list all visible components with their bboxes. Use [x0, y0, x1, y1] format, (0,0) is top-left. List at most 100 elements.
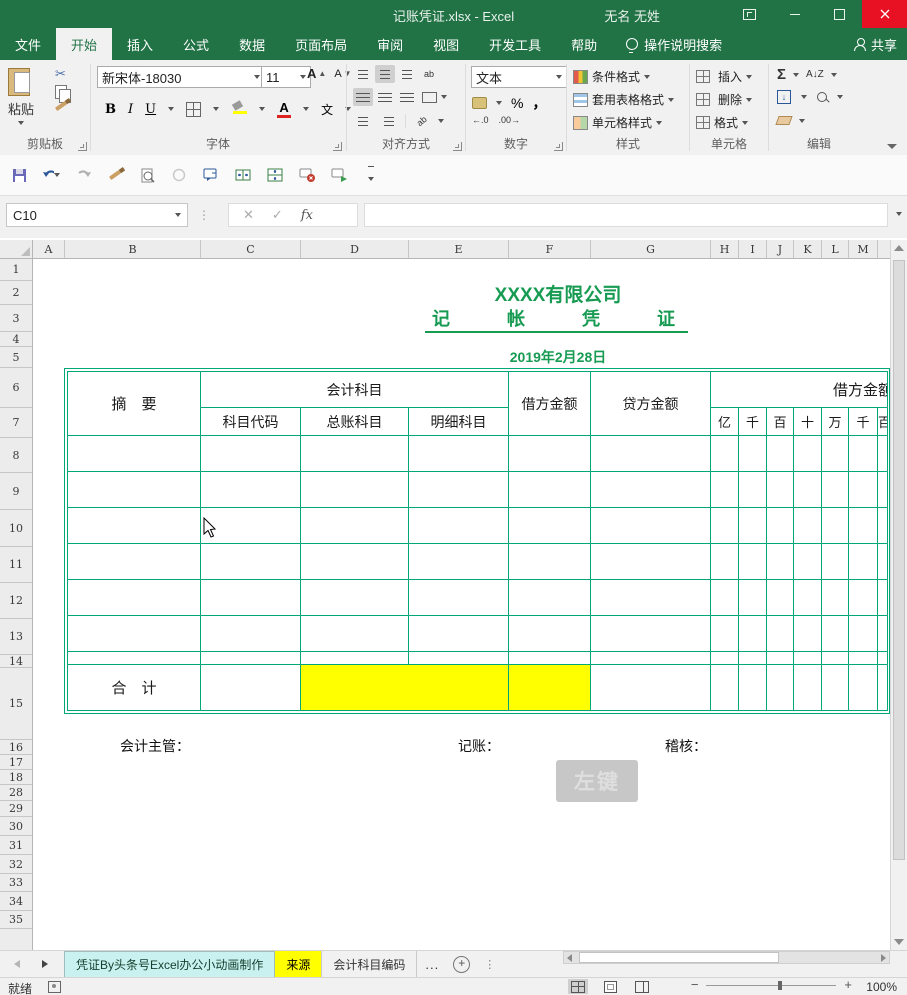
- close-button[interactable]: [862, 0, 907, 28]
- row-header[interactable]: 16: [0, 740, 32, 755]
- row-header[interactable]: 7: [0, 408, 32, 438]
- scroll-down-icon[interactable]: [894, 939, 904, 945]
- conditional-formatting-button[interactable]: 条件格式: [573, 68, 674, 85]
- chevron-down-icon[interactable]: [799, 119, 805, 123]
- ribbon-tab[interactable]: 数据: [224, 28, 280, 60]
- ribbon-display-options-button[interactable]: [727, 0, 772, 28]
- total-highlight-cell[interactable]: [301, 665, 509, 711]
- next-sheet-icon[interactable]: [42, 960, 48, 968]
- paste-button[interactable]: 粘贴: [8, 66, 34, 125]
- header-debit[interactable]: 借方金额: [509, 372, 591, 436]
- row-header[interactable]: 14: [0, 655, 32, 668]
- new-sheet-button[interactable]: +: [453, 951, 470, 977]
- sheet-tab[interactable]: 来源: [275, 951, 322, 977]
- insert-comment-icon[interactable]: [202, 166, 220, 184]
- row-header[interactable]: 30: [0, 817, 32, 836]
- zoom-slider[interactable]: [706, 985, 836, 986]
- chevron-down-icon[interactable]: [831, 73, 837, 77]
- total-highlight-cell[interactable]: [509, 665, 591, 711]
- digit-column-header[interactable]: 亿: [711, 408, 739, 436]
- dialog-launcher-icon[interactable]: [554, 142, 563, 151]
- row-header[interactable]: 35: [0, 911, 32, 929]
- font-size-combo[interactable]: 11: [261, 66, 311, 88]
- chevron-down-icon[interactable]: [438, 119, 444, 123]
- chevron-down-icon[interactable]: [303, 107, 309, 111]
- expand-formula-bar-icon[interactable]: [896, 212, 902, 216]
- column-header[interactable]: A: [33, 240, 65, 258]
- digit-column-header[interactable]: 千: [739, 408, 767, 436]
- delete-comment-icon[interactable]: [298, 166, 316, 184]
- borders-icon[interactable]: [186, 102, 201, 117]
- column-header[interactable]: J: [767, 240, 794, 258]
- sheet-tab[interactable]: 凭证By头条号Excel办公小动画制作: [64, 951, 275, 977]
- row-header[interactable]: 4: [0, 332, 32, 347]
- autosum-button[interactable]: Σ: [777, 66, 786, 83]
- vertical-scrollbar[interactable]: [890, 240, 907, 950]
- grow-font-button[interactable]: A▲: [307, 66, 326, 81]
- column-header[interactable]: B: [65, 240, 201, 258]
- zoom-in-icon[interactable]: +: [844, 980, 852, 990]
- ribbon-tab[interactable]: 公式: [168, 28, 224, 60]
- row-header[interactable]: 29: [0, 801, 32, 817]
- sheet-tab[interactable]: 会计科目编码: [322, 951, 417, 977]
- row-header[interactable]: 12: [0, 583, 32, 619]
- total-label[interactable]: 合 计: [68, 665, 201, 711]
- column-header[interactable]: I: [739, 240, 767, 258]
- collapse-ribbon-icon[interactable]: [887, 144, 897, 149]
- digit-column-header[interactable]: 千: [849, 408, 878, 436]
- select-all-corner[interactable]: [0, 240, 33, 259]
- header-account-code[interactable]: 科目代码: [201, 408, 301, 436]
- cut-icon[interactable]: ✂: [55, 68, 67, 80]
- wrap-text-button[interactable]: ab: [419, 65, 439, 83]
- cancel-entry-icon[interactable]: ✕: [243, 207, 254, 223]
- chevron-down-icon[interactable]: [168, 107, 174, 111]
- font-name-combo[interactable]: 新宋体-18030: [97, 66, 265, 88]
- row-header[interactable]: 13: [0, 619, 32, 655]
- vertical-scroll-thumb[interactable]: [893, 260, 905, 860]
- increase-decimal-icon[interactable]: ←.0: [472, 116, 489, 125]
- digit-column-header[interactable]: 十: [794, 408, 822, 436]
- horizontal-scrollbar[interactable]: [563, 951, 890, 964]
- confirm-entry-icon[interactable]: ✓: [272, 207, 283, 223]
- increase-indent-button[interactable]: [379, 112, 399, 130]
- digit-column-header[interactable]: 百: [767, 408, 794, 436]
- cell-styles-button[interactable]: 单元格样式: [573, 114, 674, 131]
- chevron-down-icon[interactable]: [213, 107, 219, 111]
- ribbon-tab[interactable]: 文件: [0, 28, 56, 60]
- voucher-total-row[interactable]: 合 计: [68, 665, 888, 711]
- row-header[interactable]: 15: [0, 668, 32, 740]
- header-account[interactable]: 会计科目: [201, 372, 509, 408]
- header-detail-account[interactable]: 明细科目: [409, 408, 509, 436]
- column-header[interactable]: D: [301, 240, 409, 258]
- voucher-data-row[interactable]: [68, 544, 888, 580]
- decrease-decimal-icon[interactable]: .00→: [499, 116, 521, 125]
- chevron-down-icon[interactable]: [259, 107, 265, 111]
- ribbon-tab[interactable]: 开始: [56, 28, 112, 60]
- row-height-icon[interactable]: [266, 166, 284, 184]
- column-header[interactable]: K: [794, 240, 822, 258]
- scroll-up-icon[interactable]: [894, 245, 904, 251]
- align-bottom-button[interactable]: [397, 65, 417, 83]
- italic-button[interactable]: I: [128, 102, 133, 117]
- chevron-down-icon[interactable]: [441, 95, 447, 99]
- chevron-down-icon[interactable]: [801, 95, 807, 99]
- ribbon-tab[interactable]: 审阅: [362, 28, 418, 60]
- horizontal-scroll-thumb[interactable]: [579, 952, 779, 963]
- voucher-data-row[interactable]: [68, 580, 888, 616]
- tell-me-search[interactable]: 操作说明搜索: [626, 28, 722, 60]
- comma-button[interactable]: ，: [532, 93, 546, 113]
- run-comment-icon[interactable]: [330, 166, 348, 184]
- fill-down-icon[interactable]: ↓: [777, 90, 791, 104]
- row-header[interactable]: 3: [0, 305, 32, 332]
- worksheet-area[interactable]: XXXX有限公司 记帐凭证 2019年2月28日 摘 要 会计科目 借方金额 贷…: [33, 259, 890, 950]
- voucher-data-row[interactable]: [68, 652, 888, 665]
- zoom-level[interactable]: 100%: [866, 980, 897, 994]
- undo-icon[interactable]: [42, 166, 60, 184]
- column-header[interactable]: L: [822, 240, 849, 258]
- scroll-right-icon[interactable]: [881, 954, 886, 962]
- row-header[interactable]: 5: [0, 347, 32, 368]
- ribbon-tab[interactable]: 视图: [418, 28, 474, 60]
- normal-view-button[interactable]: [568, 979, 588, 994]
- align-top-button[interactable]: [353, 65, 373, 83]
- align-right-button[interactable]: [397, 88, 417, 106]
